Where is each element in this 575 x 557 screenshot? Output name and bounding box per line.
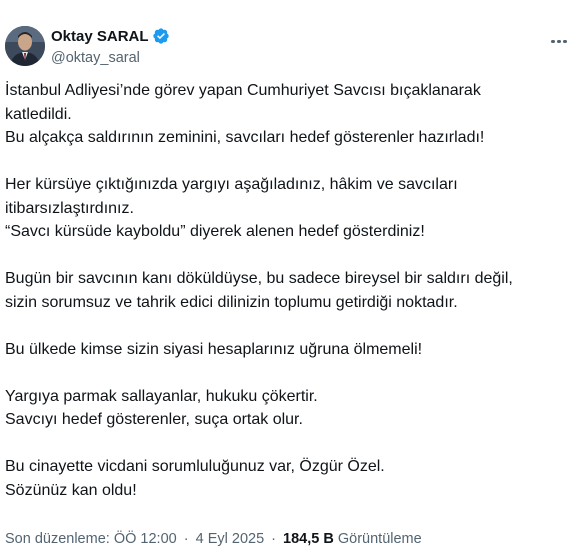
separator: · <box>271 531 277 547</box>
verified-badge-icon <box>152 27 170 45</box>
tweet-line: katledildi. <box>5 105 72 123</box>
views-label: Görüntüleme <box>337 531 422 547</box>
views-count: 184,5 B <box>283 531 334 547</box>
avatar[interactable] <box>5 26 45 66</box>
separator: · <box>183 531 189 547</box>
tweet-line: Bugün bir savcının kanı döküldüyse, bu s… <box>5 270 513 287</box>
tweet-line: Bu cinayette vicdani sorumluluğunuz var,… <box>5 458 385 475</box>
tweet-line: Sözünüz kan oldu! <box>5 481 137 499</box>
tweet-line: itibarsızlaştırdınız. <box>5 199 134 217</box>
tweet-line: Bu alçakça saldırının zeminini, savcılar… <box>5 129 485 146</box>
tweet-date[interactable]: 4 Eyl 2025 <box>196 531 265 547</box>
author-name[interactable]: Oktay SARAL <box>51 28 149 45</box>
tweet-line: sizin sorumsuz ve tahrik edici dilinizin… <box>5 293 458 311</box>
more-options-icon[interactable] <box>551 30 571 46</box>
author-handle[interactable]: @oktay_saral <box>51 50 140 66</box>
tweet-line: Yargıya parmak sallayanlar, hukuku çöker… <box>5 387 318 405</box>
tweet-line: Bu ülkede kimse sizin siyasi hesaplarını… <box>5 340 423 358</box>
tweet-text: İstanbul Adliyesi’nde görev yapan Cumhur… <box>5 79 565 502</box>
tweet-line: “Savcı kürsüde kayboldu” diyerek alenen … <box>5 223 425 240</box>
tweet-line: İstanbul Adliyesi’nde görev yapan Cumhur… <box>5 82 481 99</box>
tweet-line: Savcıyı hedef gösterenler, suça ortak ol… <box>5 411 303 428</box>
tweet-line: Her kürsüye çıktığınızda yargıyı aşağıla… <box>5 176 458 193</box>
tweet-header: Oktay SARAL @oktay_saral <box>0 0 575 80</box>
edited-timestamp[interactable]: Son düzenleme: ÖÖ 12:00 <box>5 531 177 547</box>
tweet-meta: Son düzenleme: ÖÖ 12:00 · 4 Eyl 2025 · 1… <box>5 531 422 547</box>
